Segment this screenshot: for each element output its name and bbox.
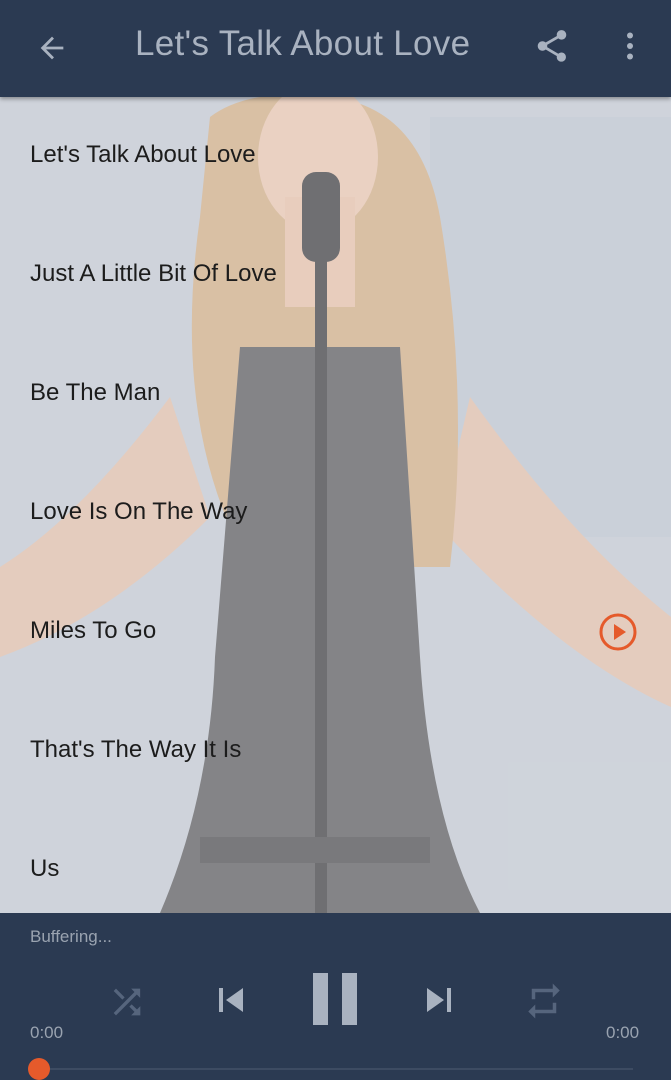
now-playing-icon (599, 613, 637, 651)
back-button[interactable] (30, 26, 74, 70)
repeat-button[interactable] (520, 977, 568, 1025)
total-duration: 0:00 (606, 1023, 640, 1042)
track-title: Love Is On The Way (30, 498, 248, 525)
previous-button[interactable] (206, 975, 256, 1025)
pause-icon (313, 973, 357, 1025)
elapsed-time: 0:00 (30, 1023, 64, 1042)
track-title: Be The Man (30, 379, 161, 406)
track-title: Us (30, 855, 60, 882)
seek-thumb[interactable] (28, 1058, 50, 1080)
track-title: Just A Little Bit Of Love (30, 260, 277, 287)
track-title: Let's Talk About Love (30, 141, 256, 168)
track-title: Miles To Go (30, 617, 157, 644)
skip-next-icon (427, 988, 451, 1012)
arrow-left-icon (40, 36, 64, 60)
pause-button[interactable] (303, 967, 367, 1031)
share-icon (537, 30, 567, 62)
track-title: That's The Way It Is (30, 736, 242, 763)
shuffle-icon (113, 988, 141, 1016)
page-title: Let's Talk About Love (135, 24, 471, 63)
more-options-button[interactable] (608, 24, 652, 68)
track-list: Let's Talk About Love Just A Little Bit … (0, 97, 671, 913)
track-item[interactable]: Let's Talk About Love (0, 97, 671, 216)
player-bar: Buffering... 0:00 0:00 (0, 913, 671, 1080)
track-item-now-playing[interactable]: Miles To Go (0, 573, 671, 692)
seek-bar[interactable] (38, 1068, 633, 1070)
share-button[interactable] (530, 24, 574, 68)
more-vert-icon (627, 32, 633, 60)
track-item[interactable]: Just A Little Bit Of Love (0, 216, 671, 335)
playback-status: Buffering... (30, 927, 112, 946)
app-bar: Let's Talk About Love (0, 0, 671, 97)
repeat-icon (528, 983, 560, 1019)
track-item[interactable]: Love Is On The Way (0, 454, 671, 573)
track-item[interactable]: That's The Way It Is (0, 692, 671, 811)
next-button[interactable] (414, 975, 464, 1025)
skip-previous-icon (219, 988, 243, 1012)
track-item[interactable]: Be The Man (0, 335, 671, 454)
shuffle-button[interactable] (104, 979, 150, 1025)
